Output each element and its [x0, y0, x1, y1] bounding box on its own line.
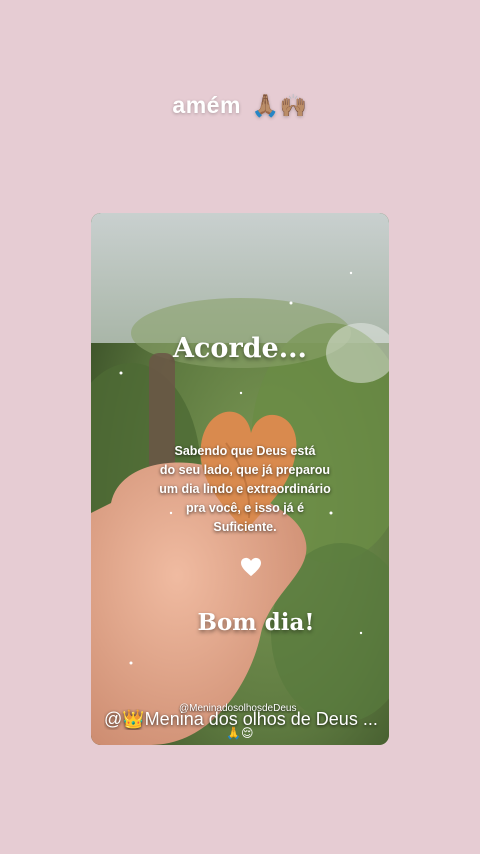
- post-title: Acorde...: [173, 333, 307, 364]
- story-caption: amém 🙏🏽🙌🏽: [0, 92, 480, 119]
- white-heart-icon: [241, 557, 261, 577]
- praying-hands-icon: 🙏🏽🙌🏽: [251, 94, 308, 119]
- shared-post-card[interactable]: Acorde... Sabendo que Deus está do seu l…: [91, 213, 389, 745]
- post-greeting: Bom dia!: [197, 609, 315, 636]
- mention-emojis: 🙏😌: [226, 726, 254, 740]
- post-message: Sabendo que Deus está do seu lado, que j…: [159, 444, 331, 534]
- caption-text: amém: [172, 92, 241, 118]
